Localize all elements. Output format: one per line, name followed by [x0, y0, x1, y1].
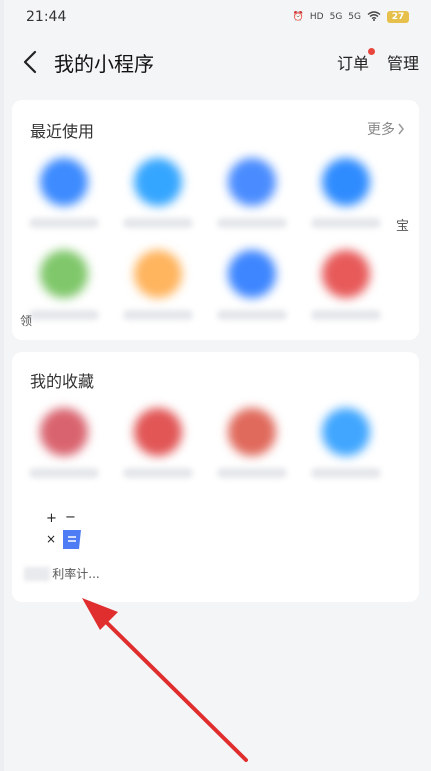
red-annotation-arrow — [82, 598, 248, 762]
